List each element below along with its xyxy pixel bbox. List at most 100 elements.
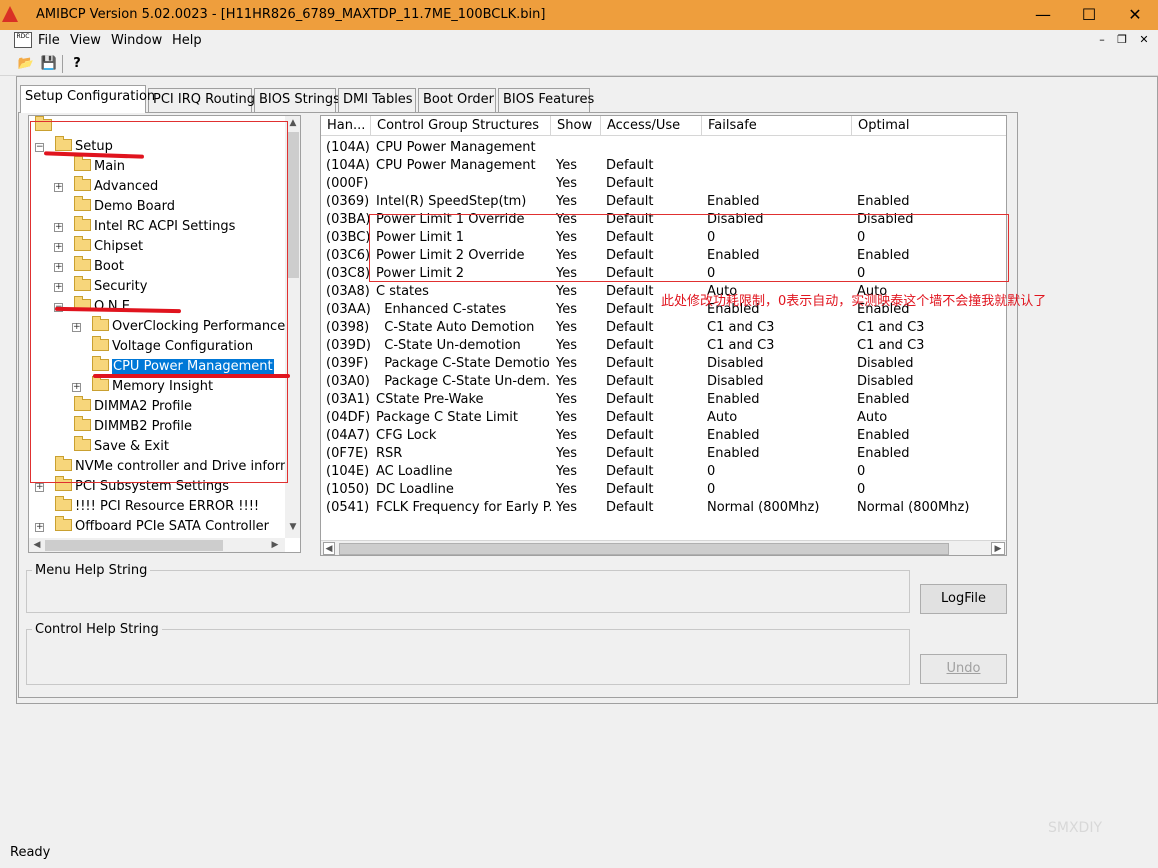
table-row[interactable]: (039D) C-State Un-demotion Yes Default C1 a… xyxy=(321,337,1006,355)
cell-optimal: C1 and C3 xyxy=(857,338,925,353)
tab-dmi-tables[interactable]: DMI Tables xyxy=(338,88,416,112)
control-grid[interactable]: Han... Control Group Structures Show Access… xyxy=(320,115,1007,556)
cell-handle: (04DF) xyxy=(326,410,371,425)
cell-handle: (03C8) xyxy=(326,266,371,281)
cell-failsafe xyxy=(702,157,852,175)
grid-hscroll-thumb[interactable] xyxy=(339,543,949,555)
cell-control: Enhanced C-states xyxy=(376,302,507,317)
cell-control: Package C-State Un-dem... xyxy=(376,374,551,389)
cell-handle: (0369) xyxy=(326,194,370,209)
grid-horizontal-scrollbar[interactable]: ◀ ▶ xyxy=(321,540,1006,555)
table-row[interactable]: (0398) C-State Auto Demotion Yes Default C1… xyxy=(321,319,1006,337)
save-icon[interactable]: 💾 xyxy=(38,54,60,74)
tree-node-label: !!!! PCI Resource ERROR !!!! xyxy=(75,499,260,514)
tab-boot-order[interactable]: Boot Order xyxy=(418,88,496,112)
cell-optimal: 0 xyxy=(857,482,866,497)
control-help-label: Control Help String xyxy=(32,622,162,637)
cell-control: AC Loadline xyxy=(376,464,453,479)
scroll-left-arrow-icon[interactable]: ◀ xyxy=(31,540,43,550)
cell-failsafe: Disabled xyxy=(707,374,764,389)
help-icon[interactable]: ? xyxy=(66,54,88,74)
table-row[interactable]: (0F7E) RSR Yes Default Enabled Enabled xyxy=(321,445,1006,463)
mdi-close-button[interactable]: ✕ xyxy=(1136,33,1152,47)
menu-file[interactable]: File xyxy=(38,33,60,48)
column-header-handle[interactable]: Han... xyxy=(321,116,371,136)
mdi-restore-button[interactable]: ❐ xyxy=(1114,33,1130,47)
maximize-button[interactable]: ☐ xyxy=(1066,0,1112,30)
cell-optimal: Disabled xyxy=(857,356,914,371)
menu-view[interactable]: View xyxy=(70,33,101,48)
cell-access: Default xyxy=(606,374,654,389)
table-row[interactable]: (0369) Intel(R) SpeedStep(tm) Yes Default En… xyxy=(321,193,1006,211)
table-row[interactable]: (0541) FCLK Frequency for Early P... Yes De… xyxy=(321,499,1006,517)
cell-control: RSR xyxy=(376,446,403,461)
open-folder-icon[interactable]: 📂 xyxy=(15,54,37,74)
cell-control: Intel(R) SpeedStep(tm) xyxy=(376,194,527,209)
cell-control: CPU Power Management xyxy=(376,140,536,155)
table-row[interactable]: (104E) AC Loadline Yes Default 0 0 xyxy=(321,463,1006,481)
cell-show: Yes xyxy=(556,392,577,407)
cell-handle: (03BA) xyxy=(326,212,371,227)
title-bar[interactable]: AMIBCP Version 5.02.0023 - [H11HR826_678… xyxy=(0,0,1158,30)
grid-scroll-left-icon[interactable]: ◀ xyxy=(323,542,335,555)
cell-optimal: Normal (800Mhz) xyxy=(857,500,970,515)
column-header-optimal[interactable]: Optimal xyxy=(852,116,1006,136)
menu-help[interactable]: Help xyxy=(172,33,202,48)
tree-vscroll-thumb[interactable] xyxy=(287,132,299,278)
tab-setup-configuration[interactable]: Setup Configuration xyxy=(20,85,155,113)
cell-show: Yes xyxy=(556,374,577,389)
column-header-control[interactable]: Control Group Structures xyxy=(371,116,551,136)
cell-show: Yes xyxy=(556,176,577,191)
cell-handle: (03A1) xyxy=(326,392,370,407)
scroll-right-arrow-icon[interactable]: ▶ xyxy=(269,540,281,550)
table-row[interactable]: (03A1) CState Pre-Wake Yes Default Enabled En… xyxy=(321,391,1006,409)
cell-access xyxy=(601,139,702,157)
annotation-note: 此处修改功耗限制，0表示自动，实测映泰这个墙不会撞我就默认了 xyxy=(661,294,1047,309)
close-button[interactable]: ✕ xyxy=(1112,0,1158,30)
expand-plus-icon[interactable]: + xyxy=(35,523,44,532)
cell-handle: (04A7) xyxy=(326,428,370,443)
tab-bios-strings[interactable]: BIOS Strings xyxy=(254,88,340,112)
cell-handle: (0541) xyxy=(326,500,370,515)
folder-icon xyxy=(55,516,72,531)
tab-pci-irq-routing[interactable]: PCI IRQ Routing xyxy=(148,88,255,112)
table-row[interactable]: (04A7) CFG Lock Yes Default Enabled Enabled xyxy=(321,427,1006,445)
app-icon xyxy=(2,6,18,22)
table-row[interactable]: (000F) Yes Default xyxy=(321,175,1006,193)
table-row[interactable]: (03A0) Package C-State Un-dem... Yes Defau… xyxy=(321,373,1006,391)
minimize-button[interactable]: — xyxy=(1020,0,1066,30)
cell-handle: (03A0) xyxy=(326,374,370,389)
column-header-failsafe[interactable]: Failsafe xyxy=(702,116,852,136)
tree-horizontal-scrollbar[interactable]: ◀ ▶ xyxy=(29,538,285,552)
cell-show: Yes xyxy=(556,356,577,371)
cell-show: Yes xyxy=(556,194,577,209)
cell-failsafe: Disabled xyxy=(707,356,764,371)
cell-control xyxy=(371,175,551,193)
tree-hscroll-thumb[interactable] xyxy=(45,540,223,551)
grid-scroll-right-icon[interactable]: ▶ xyxy=(991,542,1005,555)
menu-window[interactable]: Window xyxy=(111,33,162,48)
cell-failsafe: Enabled xyxy=(707,446,760,461)
cell-handle: (104E) xyxy=(326,464,370,479)
undo-button[interactable]: Undo xyxy=(920,654,1007,684)
mdi-document-icon[interactable]: RDC xyxy=(14,32,32,48)
toolbar-separator xyxy=(62,55,63,73)
logfile-button[interactable]: LogFile xyxy=(920,584,1007,614)
cell-handle: (03AA) xyxy=(326,302,371,317)
cell-failsafe: Auto xyxy=(707,410,738,425)
tree-node[interactable]: + Offboard PCIe SATA Controller xyxy=(35,516,269,537)
expand-plus-icon[interactable]: + xyxy=(35,483,44,492)
table-row[interactable]: (104A) CPU Power Management xyxy=(321,139,1006,157)
table-row[interactable]: (1050) DC Loadline Yes Default 0 0 xyxy=(321,481,1006,499)
scroll-down-arrow-icon[interactable]: ▼ xyxy=(285,522,300,532)
mdi-minimize-button[interactable]: – xyxy=(1094,33,1110,47)
tree-node[interactable]: !!!! PCI Resource ERROR !!!! xyxy=(55,496,260,517)
tab-bios-features[interactable]: BIOS Features xyxy=(498,88,594,112)
column-header-access[interactable]: Access/Use xyxy=(601,116,702,136)
cell-optimal xyxy=(852,139,1006,157)
table-row[interactable]: (04DF) Package C State Limit Yes Default Aut… xyxy=(321,409,1006,427)
table-row[interactable]: (104A) CPU Power Management Yes Default xyxy=(321,157,1006,175)
table-row[interactable]: (039F) Package C-State Demotion Yes Defaul… xyxy=(321,355,1006,373)
cell-show: Yes xyxy=(556,428,577,443)
column-header-show[interactable]: Show xyxy=(551,116,601,136)
